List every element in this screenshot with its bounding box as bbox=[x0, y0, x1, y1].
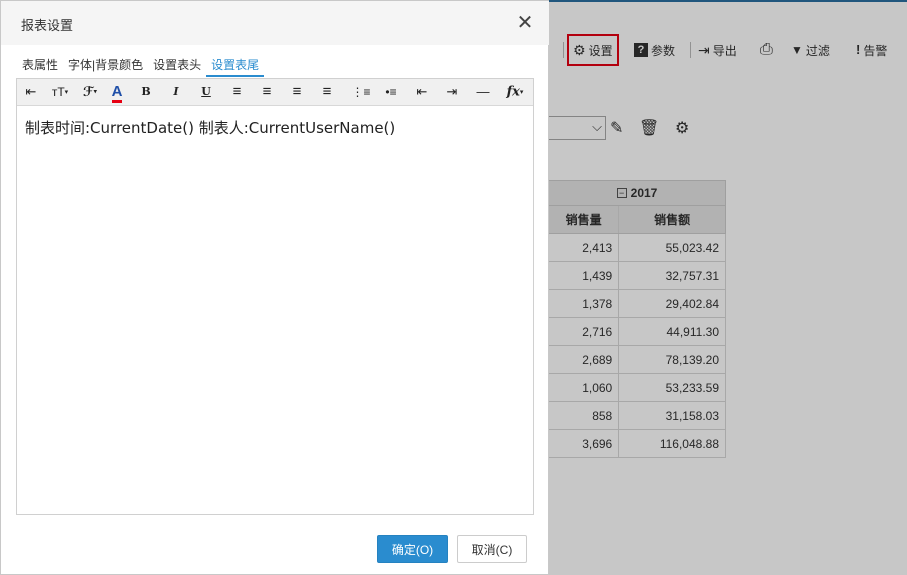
dropdown-caret-icon: ▾ bbox=[519, 87, 524, 96]
dropdown-caret-icon: ▾ bbox=[64, 88, 69, 96]
ordered-list-icon[interactable]: ⋮≡ bbox=[351, 83, 371, 101]
ok-button[interactable]: 确定(O) bbox=[377, 535, 448, 563]
tab-footer-settings[interactable]: 设置表尾 bbox=[206, 55, 265, 77]
tab-table-properties[interactable]: 表属性 bbox=[17, 55, 63, 77]
function-glyph: fx bbox=[506, 84, 520, 100]
cancel-button[interactable]: 取消(C) bbox=[457, 535, 527, 563]
editor-toolbar: ⇤ тT▾ ℱ▾ A B I U ≡ ≡ ≡ ≡ ⋮≡ •≡ ⇤ ⇥ — fx▾ bbox=[17, 79, 533, 106]
dialog-title: 报表设置 bbox=[21, 18, 74, 33]
bold-icon[interactable]: B bbox=[139, 83, 153, 101]
font-family-icon[interactable]: ℱ▾ bbox=[79, 83, 101, 101]
indent-more-icon[interactable]: ⇥ bbox=[443, 83, 461, 101]
underline-icon[interactable]: U bbox=[199, 83, 213, 101]
unordered-list-icon[interactable]: •≡ bbox=[381, 83, 401, 101]
font-color-glyph: A bbox=[111, 83, 123, 103]
align-right-icon[interactable]: ≡ bbox=[289, 83, 305, 101]
italic-icon[interactable]: I bbox=[169, 83, 183, 101]
indent-icon[interactable]: ⇤ bbox=[22, 83, 40, 101]
font-size-glyph: тT bbox=[51, 85, 65, 99]
align-center-icon[interactable]: ≡ bbox=[259, 83, 275, 101]
horizontal-rule-icon[interactable]: — bbox=[474, 83, 492, 101]
footer-content[interactable]: 制表时间:CurrentDate() 制表人:CurrentUserName() bbox=[25, 117, 525, 138]
font-size-icon[interactable]: тT▾ bbox=[48, 83, 72, 101]
font-family-glyph: ℱ bbox=[82, 84, 94, 99]
outdent-icon[interactable]: ⇤ bbox=[413, 83, 431, 101]
font-color-icon[interactable]: A bbox=[109, 83, 125, 103]
tab-font-background-color[interactable]: 字体|背景颜色 bbox=[63, 55, 148, 77]
dialog-header: 报表设置 ✕ bbox=[1, 1, 549, 45]
justify-icon[interactable]: ≡ bbox=[319, 83, 335, 101]
report-settings-dialog: 报表设置 ✕ 表属性 字体|背景颜色 设置表头 设置表尾 ⇤ тT▾ ℱ▾ A … bbox=[0, 0, 549, 575]
align-left-icon[interactable]: ≡ bbox=[229, 83, 245, 101]
dropdown-caret-icon: ▾ bbox=[93, 88, 97, 96]
tab-header-settings[interactable]: 设置表头 bbox=[148, 55, 206, 77]
settings-tabs: 表属性 字体|背景颜色 设置表头 设置表尾 bbox=[17, 55, 265, 77]
close-icon[interactable]: ✕ bbox=[515, 13, 535, 33]
function-icon[interactable]: fx▾ bbox=[502, 83, 528, 101]
footer-editor: ⇤ тT▾ ℱ▾ A B I U ≡ ≡ ≡ ≡ ⋮≡ •≡ ⇤ ⇥ — fx▾… bbox=[16, 78, 534, 515]
